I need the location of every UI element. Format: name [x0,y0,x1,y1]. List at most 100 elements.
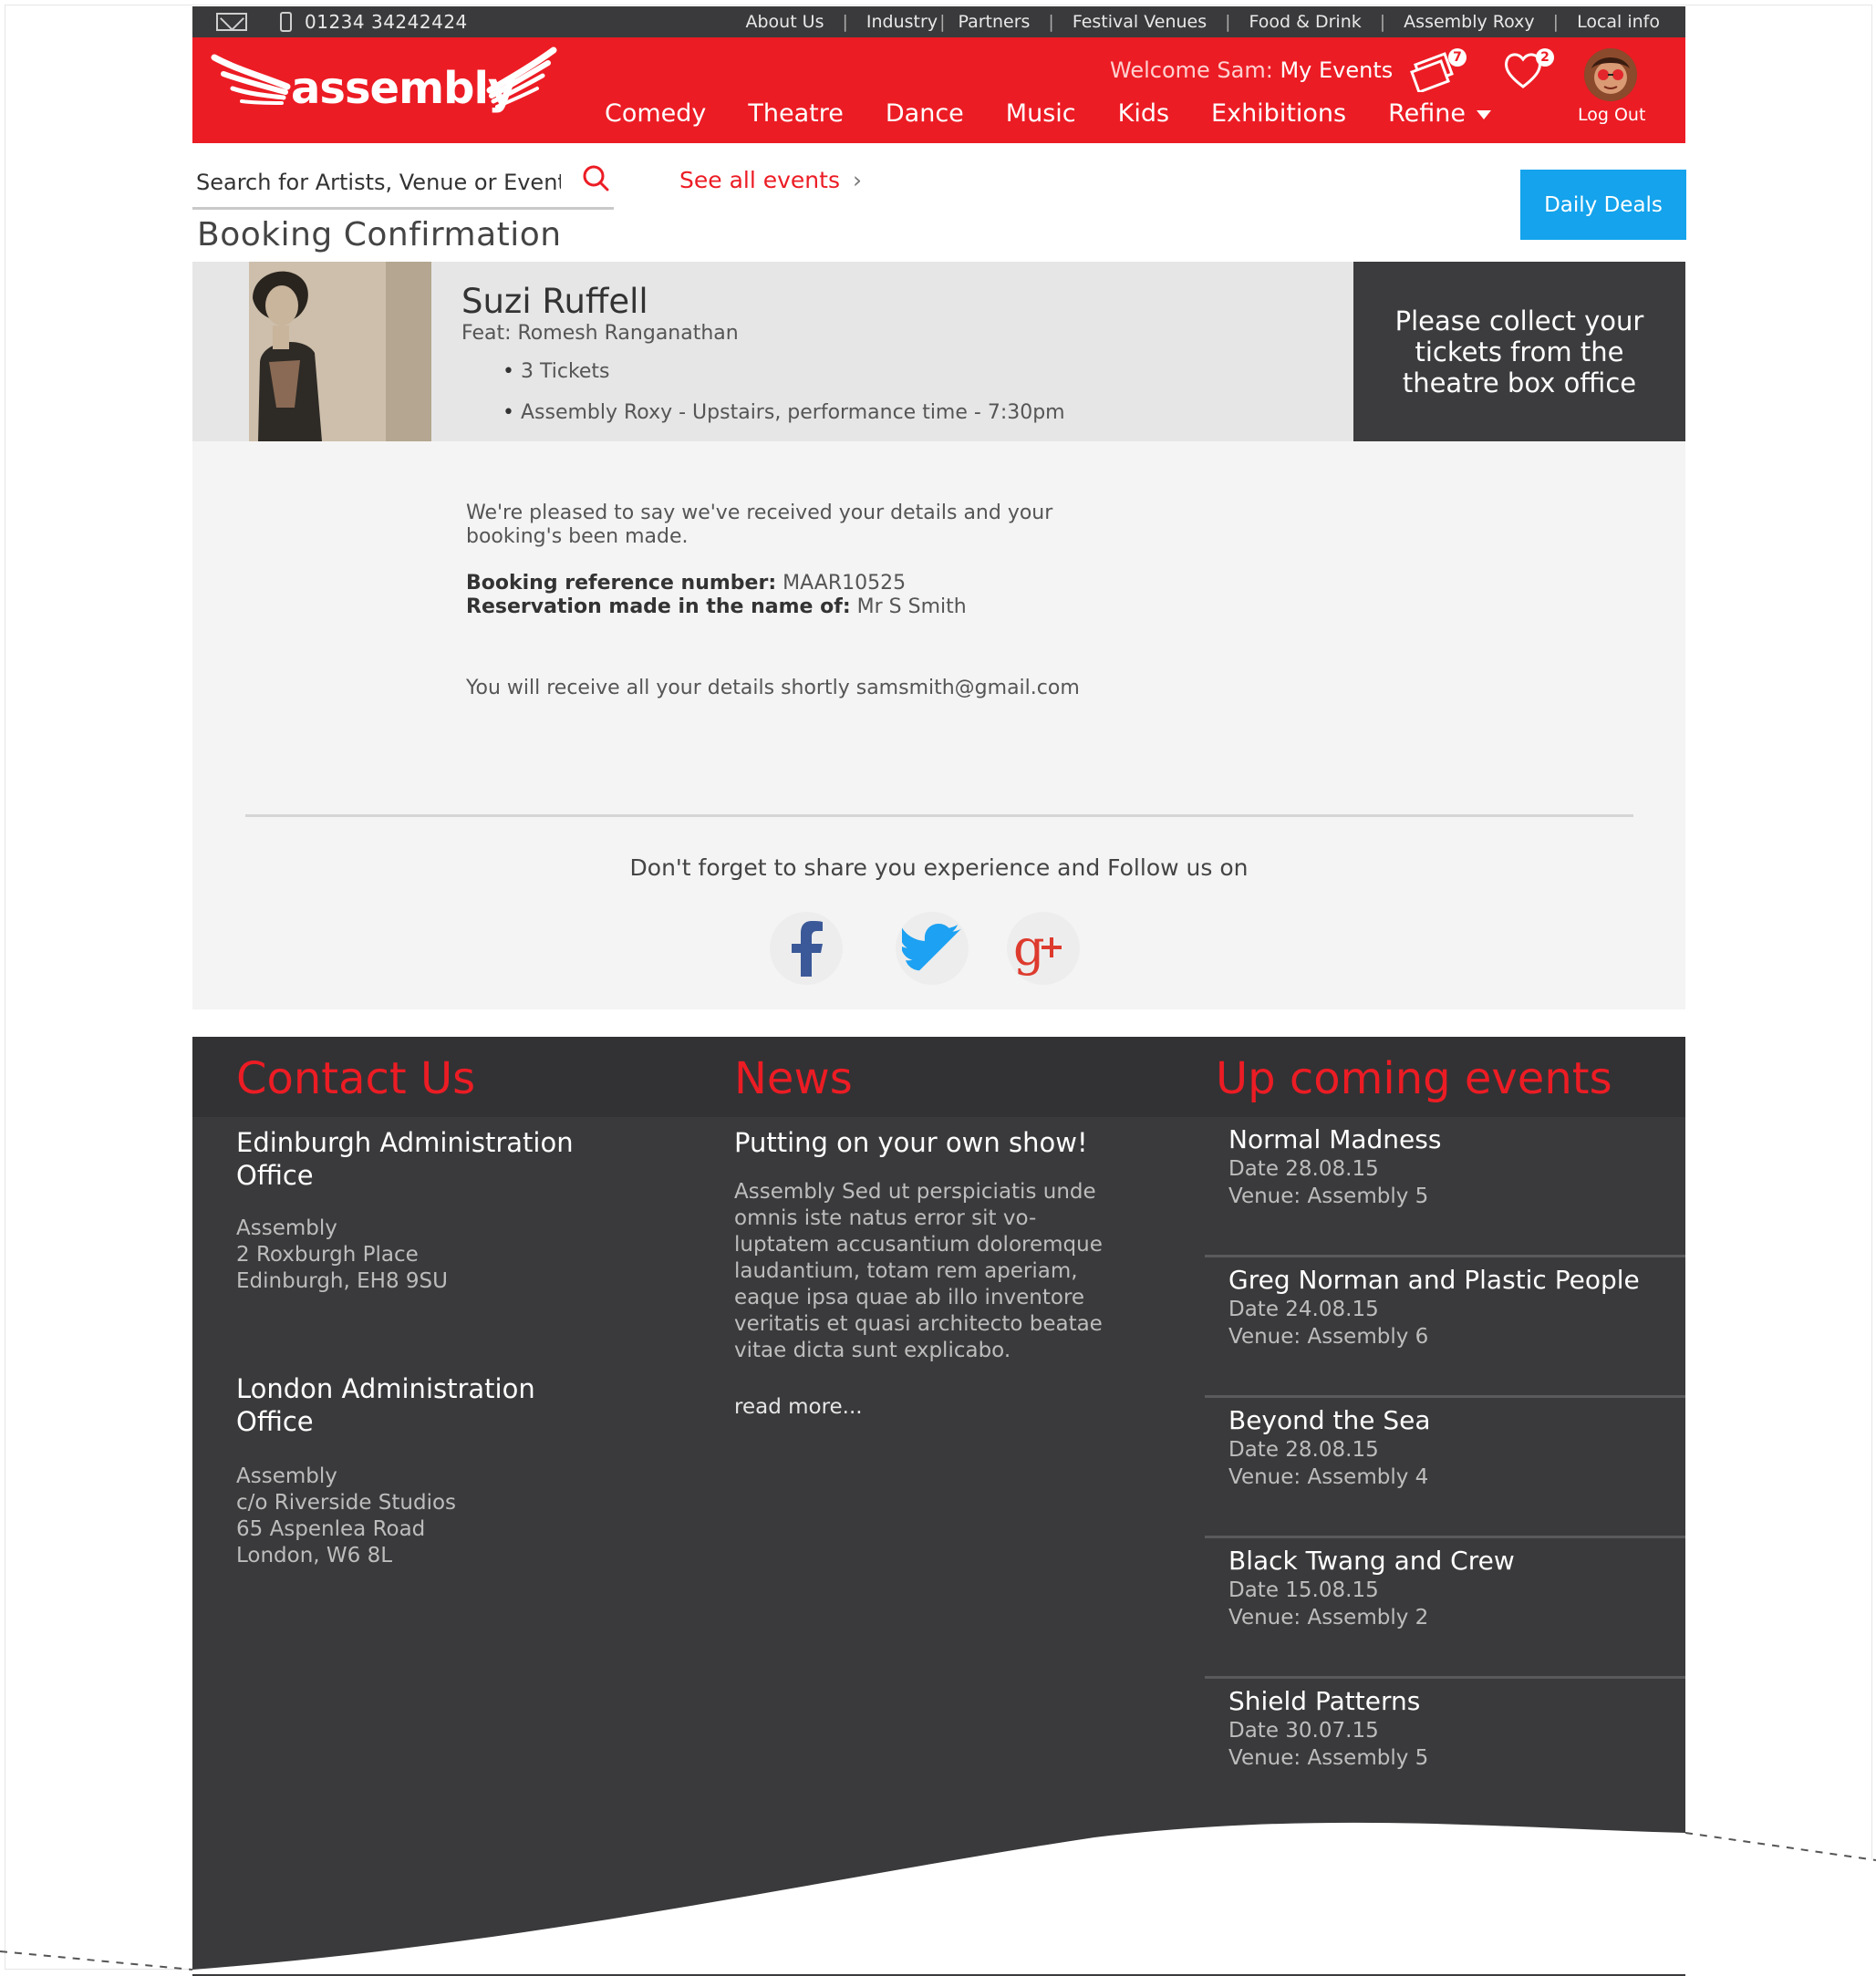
site-footer: Contact Us News Up coming events Edinbur… [192,1037,1685,1976]
event-venue: Venue: Assembly 5 [1228,1185,1429,1208]
tickets-icon[interactable]: 7 [1410,48,1467,94]
booking-summary: Suzi Ruffell Feat: Romesh Ranganathan 3 … [192,262,1353,441]
news-line: luptatem accusantium doloremque [734,1233,1103,1257]
ticket-count: 3 Tickets [503,360,1065,383]
utility-bar: 01234 34242424 About Us | Industry | Par… [192,6,1685,37]
confirmation-message: We're pleased to say we've received your… [466,502,1052,549]
event-name: Black Twang and Crew [1228,1546,1515,1576]
link-food-drink[interactable]: Food & Drink [1249,12,1362,32]
event-name: Normal Madness [1228,1124,1442,1154]
booking-details: 3 Tickets Assembly Roxy - Upstairs, perf… [503,360,1065,442]
event-date: Date 24.08.15 [1228,1298,1379,1321]
logo-text: assembly [291,63,516,114]
link-industry[interactable]: Industry [866,12,938,32]
see-all-events-link[interactable]: See all events › [679,167,862,193]
address-line: Assembly [236,1216,337,1240]
event-venue: Venue: Assembly 4 [1228,1465,1429,1489]
address-line: Edinburgh, EH8 9SU [236,1269,448,1293]
address-line: Assembly [236,1464,337,1488]
favourites-count-badge: 2 [1536,48,1554,67]
link-about-us[interactable]: About Us [745,12,824,32]
address-line: 2 Roxburgh Place [236,1243,419,1267]
twitter-icon[interactable] [896,912,969,985]
address-line: London, W6 8L [236,1544,393,1567]
news-headline[interactable]: Putting on your own show! [734,1126,1088,1159]
search-input[interactable] [194,165,563,200]
svg-text:g: g [1013,921,1045,976]
artist-photo [249,262,431,441]
contact-us-heading: Contact Us [236,1053,476,1104]
reservation-name-value: Mr S Smith [856,595,967,618]
email-notice: You will receive all your details shortl… [466,677,1080,699]
search-icon[interactable] [582,164,609,191]
divider: | [842,12,848,32]
reservation-name-label: Reservation made in the name of: [466,595,851,618]
divider: | [1048,12,1054,32]
google-plus-icon[interactable]: g [1007,912,1080,985]
artist-name: Suzi Ruffell [461,282,648,321]
event-item[interactable]: Shield Patterns Date 30.07.15 Venue: Ass… [1205,1679,1685,1819]
search-bar [192,160,614,210]
nav-theatre[interactable]: Theatre [748,99,843,128]
my-events-link[interactable]: My Events [1280,57,1393,83]
news-line: veritatis et quasi architecto beatae [734,1312,1103,1336]
heart-icon[interactable]: 2 [1503,48,1554,92]
event-item[interactable]: Black Twang and Crew Date 15.08.15 Venue… [1205,1538,1685,1679]
assembly-logo[interactable]: assembly [211,47,557,119]
welcome-message: Welcome Sam: My Events [1110,57,1393,83]
event-date: Date 15.08.15 [1228,1578,1379,1602]
reference-label: Booking reference number: [466,572,777,595]
link-festival-venues[interactable]: Festival Venues [1073,12,1207,32]
event-venue: Venue: Assembly 2 [1228,1606,1429,1629]
news-line: laudantium, totam rem aperiam, [734,1259,1078,1283]
daily-deals-button[interactable]: Daily Deals [1520,170,1686,240]
venue-time: Assembly Roxy - Upstairs, performance ti… [503,401,1065,424]
event-item[interactable]: Beyond the Sea Date 28.08.15 Venue: Asse… [1205,1398,1685,1538]
divider: | [939,12,946,32]
nav-kids[interactable]: Kids [1118,99,1169,128]
read-more-link[interactable]: read more... [734,1394,863,1421]
news-excerpt: Assembly Sed ut perspiciatis unde omnis … [734,1179,1103,1364]
tickets-count-badge: 7 [1448,48,1467,67]
contact-strip: 01234 34242424 [216,6,468,37]
nav-refine[interactable]: Refine [1388,99,1491,128]
address-line: 65 Aspenlea Road [236,1517,426,1541]
main-header: assembly Welcome Sam: My Events 7 2 Log … [192,37,1685,143]
chevron-right-icon: › [852,167,862,193]
nav-comedy[interactable]: Comedy [605,99,706,128]
nav-music[interactable]: Music [1006,99,1076,128]
divider: | [1379,12,1386,32]
reference-value: MAAR10525 [783,572,907,595]
mail-icon[interactable] [216,13,247,31]
featured-artist: Feat: Romesh Ranganathan [461,322,739,345]
upcoming-events-heading: Up coming events [1216,1053,1612,1104]
event-date: Date 30.07.15 [1228,1719,1379,1743]
link-assembly-roxy[interactable]: Assembly Roxy [1404,12,1535,32]
phone-number: 01234 34242424 [305,11,468,33]
address-line: c/o Riverside Studios [236,1491,457,1515]
user-avatar[interactable] [1584,48,1637,101]
caret-down-icon [1477,109,1491,119]
edinburgh-address: Assembly 2 Roxburgh Place Edinburgh, EH8… [236,1216,448,1295]
event-item[interactable]: Greg Norman and Plastic People Date 24.0… [1205,1257,1685,1398]
logout-link[interactable]: Log Out [1578,105,1645,125]
booking-card: Suzi Ruffell Feat: Romesh Ranganathan 3 … [192,262,1685,1009]
divider [245,814,1633,817]
utility-links: About Us | Industry | Partners | Festiva… [745,6,1660,37]
event-date: Date 28.08.15 [1228,1157,1379,1181]
link-partners[interactable]: Partners [958,12,1030,32]
news-line: omnis iste natus error sit vo- [734,1206,1037,1230]
edinburgh-office-title-line-1: Edinburgh Administration [236,1127,574,1158]
news-line: eaque ipsa quae ab illo inventore [734,1286,1085,1309]
divider: | [1225,12,1231,32]
right-wing-icon [486,47,557,109]
london-office-title-line-1: London Administration [236,1373,535,1404]
nav-dance[interactable]: Dance [886,99,964,128]
facebook-icon[interactable] [770,912,843,985]
welcome-prefix: Welcome Sam: [1110,57,1273,83]
event-name: Beyond the Sea [1228,1405,1431,1435]
event-item[interactable]: Normal Madness Date 28.08.15 Venue: Asse… [1205,1117,1685,1257]
nav-exhibitions[interactable]: Exhibitions [1211,99,1346,128]
event-venue: Venue: Assembly 6 [1228,1325,1429,1349]
link-local-info[interactable]: Local info [1577,12,1660,32]
